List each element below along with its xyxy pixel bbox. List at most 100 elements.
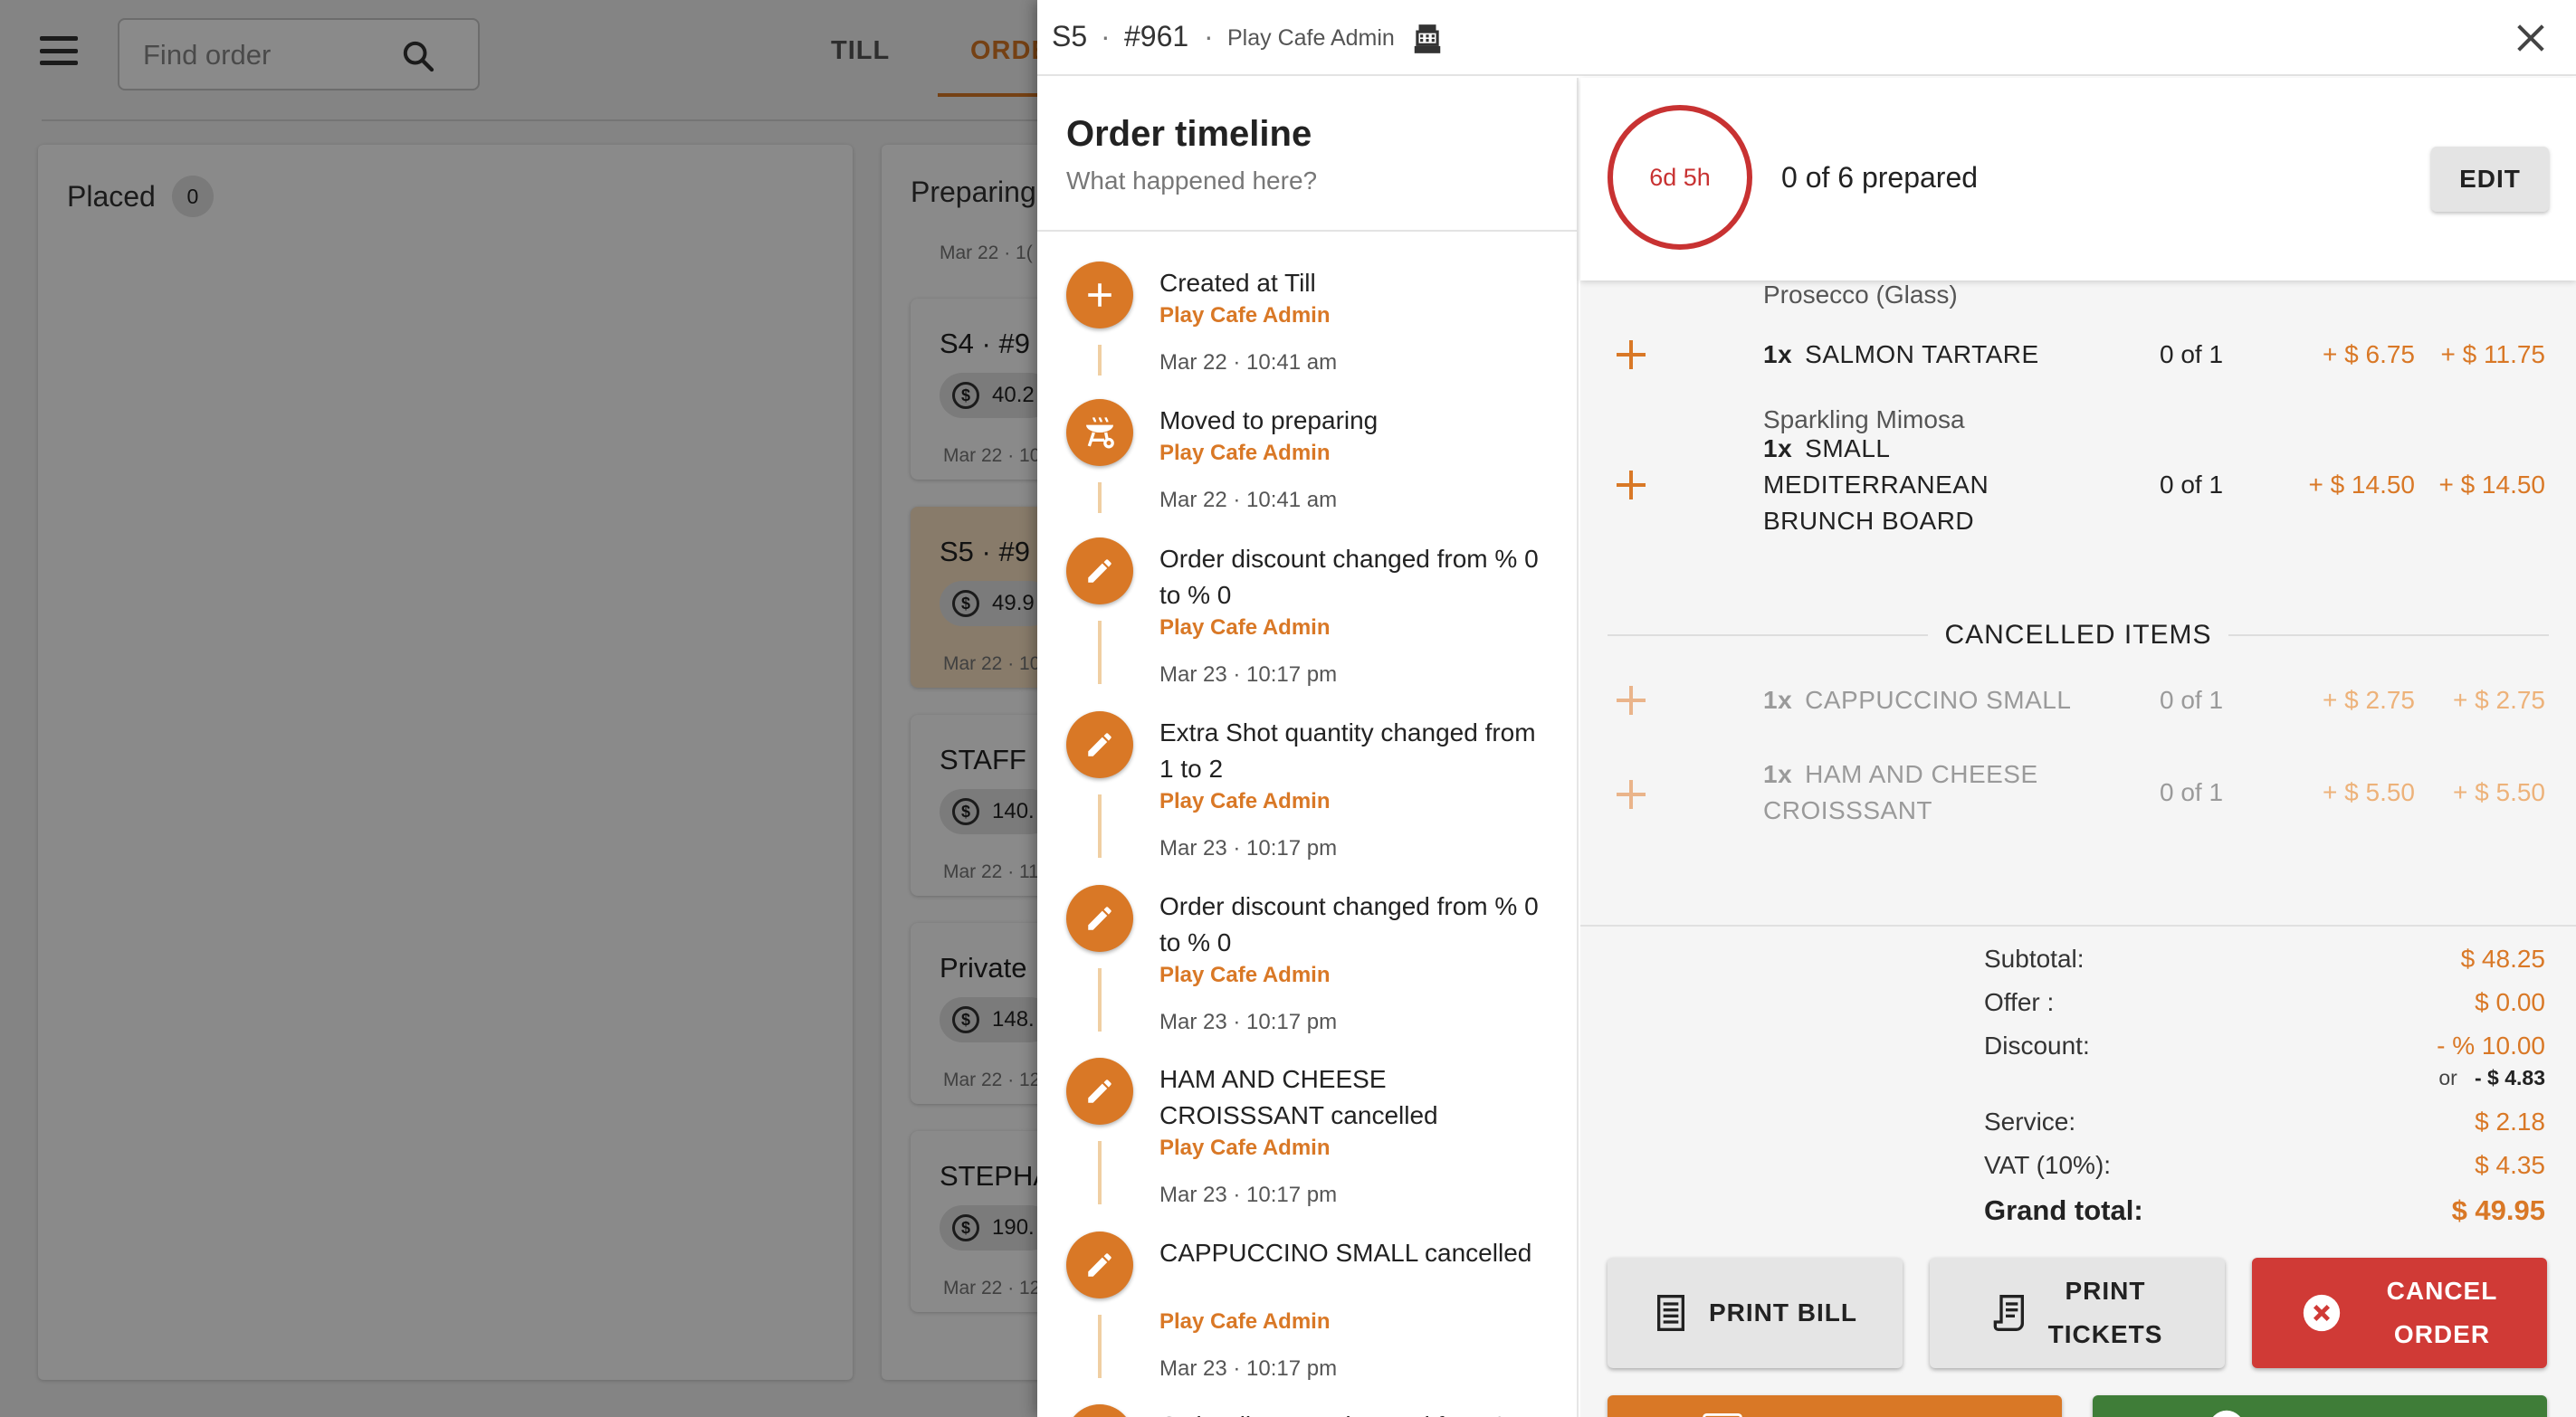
event-text: HAM AND CHEESE CROISSSANT cancelled — [1159, 1065, 1438, 1129]
event-text: Extra Shot quantity changed from 1 to 2 — [1159, 718, 1536, 783]
item-prepared: 0 of 1 — [2160, 471, 2224, 499]
order-number: #961 — [1124, 20, 1189, 52]
item-price: + $ 14.50 — [2308, 471, 2415, 499]
event-time: Mar 22 · 10:41 am — [1159, 488, 1338, 512]
timeline-connector — [1098, 1315, 1102, 1378]
event-user: Play Cafe Admin — [1159, 1136, 1331, 1160]
print-tickets-line-2: TICKETS — [2047, 1320, 2163, 1348]
event-text: Order discount changed from % 0 to % 0 — [1159, 892, 1539, 956]
print-bill-button[interactable]: PRINT BILL — [1608, 1258, 1903, 1368]
event-text: Order discount changed from % — [1159, 1408, 1540, 1417]
cancel-order-button[interactable]: CANCEL ORDER — [2252, 1258, 2547, 1368]
vat-label: VAT (10%): — [1984, 1151, 2112, 1179]
timeline-connector — [1098, 794, 1102, 858]
divider — [1037, 230, 1577, 232]
timeline-connector — [1098, 345, 1102, 376]
cancel-order-line-1: CANCEL — [2386, 1277, 2498, 1305]
add-icon[interactable] — [1615, 684, 1647, 717]
print-tickets-line-1: PRINT — [2065, 1277, 2146, 1305]
vat-value: $ 4.35 — [2475, 1151, 2545, 1179]
item-name-text: SMALL MEDITERRANEAN BRUNCH BOARD — [1763, 434, 1989, 535]
preparation-status-card: 6d 5h 0 of 6 prepared EDIT — [1580, 78, 2576, 281]
event-text: CAPPUCCINO SMALL cancelled — [1159, 1239, 1532, 1267]
order-detail-dialog: S5 · #961 · Play Cafe Admin Order timeli… — [1037, 0, 2576, 1417]
processed-label: PROCESSED — [2266, 1406, 2433, 1417]
admin-name: Play Cafe Admin — [1227, 25, 1395, 51]
item-name: 1x SMALL MEDITERRANEAN BRUNCH BOARD — [1763, 431, 2062, 539]
add-icon[interactable] — [1615, 469, 1647, 501]
items-list[interactable]: Prosecco (Glass) 1x SALMON TARTARE 0 of 1… — [1580, 281, 2576, 925]
event-time: Mar 23 · 10:17 pm — [1159, 1183, 1338, 1207]
service-label: Service: — [1984, 1108, 2076, 1136]
item-total: + $ 5.50 — [2453, 778, 2545, 806]
item-price: + $ 6.75 — [2323, 340, 2415, 368]
cash-register-icon — [1414, 24, 1441, 53]
subtotal-label: Subtotal: — [1984, 945, 2085, 973]
prepared-count: 0 of 6 prepared — [1781, 161, 1979, 194]
item-total: + $ 2.75 — [2453, 686, 2545, 714]
take-payment-button[interactable]: $ TAKE PAYMENT — [1608, 1395, 2062, 1417]
timeline-connector — [1098, 482, 1102, 513]
cancelled-items-header: CANCELLED ITEMS — [1608, 617, 2550, 653]
close-icon[interactable] — [2513, 20, 2549, 56]
take-payment-label: TAKE PAYMENT — [1762, 1406, 1967, 1417]
item-name: 1x SALMON TARTARE — [1763, 337, 2143, 373]
discount-value: - % 10.00 — [2437, 1032, 2545, 1060]
discount-absolute-value: - $ 4.83 — [2475, 1066, 2545, 1089]
order-timeline-panel[interactable]: Order timeline What happened here? Creat… — [1037, 78, 1579, 1417]
separator-dot: · — [1101, 20, 1111, 52]
discount-absolute: or - $ 4.83 — [2438, 1066, 2545, 1090]
item-qty: 1x — [1763, 760, 1793, 788]
item-name: 1x HAM AND CHEESE CROISSSANT — [1763, 756, 2071, 829]
item-total: + $ 11.75 — [2440, 340, 2545, 368]
pencil-icon — [1066, 1404, 1133, 1417]
timeline-connector — [1098, 1141, 1102, 1204]
cancelled-items-title: CANCELLED ITEMS — [1944, 620, 2212, 650]
print-tickets-button[interactable]: PRINT TICKETS — [1930, 1258, 2225, 1368]
add-icon[interactable] — [1615, 338, 1647, 371]
edit-button[interactable]: EDIT — [2431, 147, 2549, 212]
grill-icon — [1066, 399, 1133, 466]
pencil-icon — [1066, 885, 1133, 952]
print-tickets-label: PRINT TICKETS — [2048, 1270, 2163, 1356]
offer-label: Offer : — [1984, 988, 2055, 1016]
event-text: Moved to preparing — [1159, 406, 1379, 434]
event-user: Play Cafe Admin — [1159, 615, 1331, 640]
event-user: Play Cafe Admin — [1159, 441, 1331, 465]
order-items-panel: 6d 5h 0 of 6 prepared EDIT Prosecco (Gla… — [1580, 78, 2576, 1417]
pencil-icon — [1066, 711, 1133, 778]
grand-total-label: Grand total: — [1984, 1194, 2143, 1226]
add-icon[interactable] — [1615, 778, 1647, 811]
timeline-subtitle: What happened here? — [1066, 166, 1318, 195]
pencil-icon — [1066, 1058, 1133, 1125]
receipt-icon — [1653, 1293, 1689, 1333]
item-qty: 1x — [1763, 686, 1793, 714]
event-user: Play Cafe Admin — [1159, 303, 1331, 328]
check-circle-icon — [2208, 1409, 2246, 1417]
item-qty: 1x — [1763, 340, 1793, 368]
event-text: Created at Till — [1159, 269, 1316, 297]
cancel-order-line-2: ORDER — [2393, 1320, 2491, 1348]
event-user: Play Cafe Admin — [1159, 963, 1331, 987]
or-text: or — [2438, 1066, 2457, 1089]
grand-total-value: $ 49.95 — [2451, 1194, 2545, 1226]
totals-section: Subtotal: $ 48.25 Offer : $ 0.00 Discoun… — [1580, 925, 2576, 1417]
service-value: $ 2.18 — [2475, 1108, 2545, 1136]
event-time: Mar 23 · 10:17 pm — [1159, 1010, 1338, 1034]
item-prepared: 0 of 1 — [2160, 686, 2224, 714]
separator-dot: · — [1204, 20, 1214, 52]
item-prepared: 0 of 1 — [2160, 340, 2224, 368]
item-price: + $ 2.75 — [2323, 686, 2415, 714]
timeline-connector — [1098, 621, 1102, 684]
item-total: + $ 14.50 — [2438, 471, 2545, 499]
pencil-icon — [1066, 537, 1133, 604]
event-time: Mar 23 · 10:17 pm — [1159, 662, 1338, 687]
event-time: Mar 23 · 10:17 pm — [1159, 836, 1338, 861]
item-name-text: CAPPUCCINO SMALL — [1805, 686, 2072, 714]
event-text: Order discount changed from % 0 to % 0 — [1159, 545, 1539, 609]
cancel-circle-icon — [2302, 1293, 2342, 1333]
item-name-text: HAM AND CHEESE CROISSSANT — [1763, 760, 2038, 824]
event-user: Play Cafe Admin — [1159, 789, 1331, 813]
subtotal-value: $ 48.25 — [2460, 945, 2545, 973]
processed-button[interactable]: PROCESSED — [2093, 1395, 2547, 1417]
